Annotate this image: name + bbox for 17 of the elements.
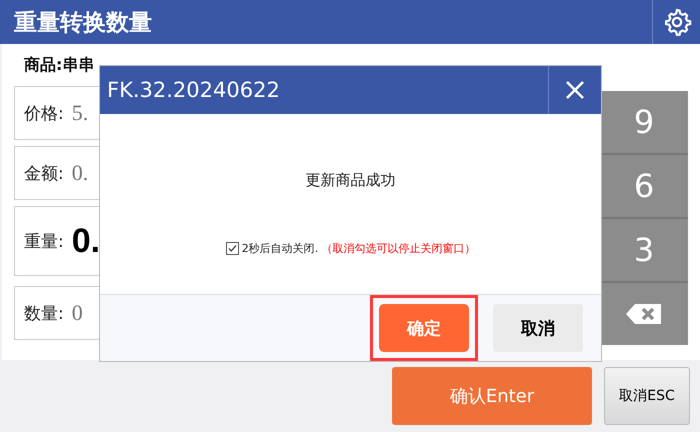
cancel-button[interactable]: 取消: [493, 304, 583, 352]
digit-key[interactable]: 6: [600, 155, 688, 217]
window-title: 重量转换数量: [13, 8, 152, 38]
backspace-key[interactable]: [600, 283, 688, 345]
dialog-title: FK.32.20240622: [106, 78, 280, 102]
checkbox[interactable]: [226, 242, 239, 255]
checkbox-label: 2秒后自动关闭.: [242, 241, 318, 256]
backspace-icon: [625, 303, 663, 325]
cancel-button[interactable]: 取消ESC: [604, 367, 690, 425]
close-icon: [565, 80, 585, 100]
digit-key[interactable]: 3: [600, 219, 688, 281]
confirm-button[interactable]: 确认Enter: [392, 367, 592, 425]
dialog-message: 更新商品成功: [306, 171, 396, 190]
product-name: 商品:串串: [24, 54, 94, 76]
hint-text: （取消勾选可以停止关闭窗口）: [321, 241, 476, 256]
digit-key[interactable]: 9: [600, 91, 688, 153]
ok-button[interactable]: 确定: [379, 304, 469, 352]
